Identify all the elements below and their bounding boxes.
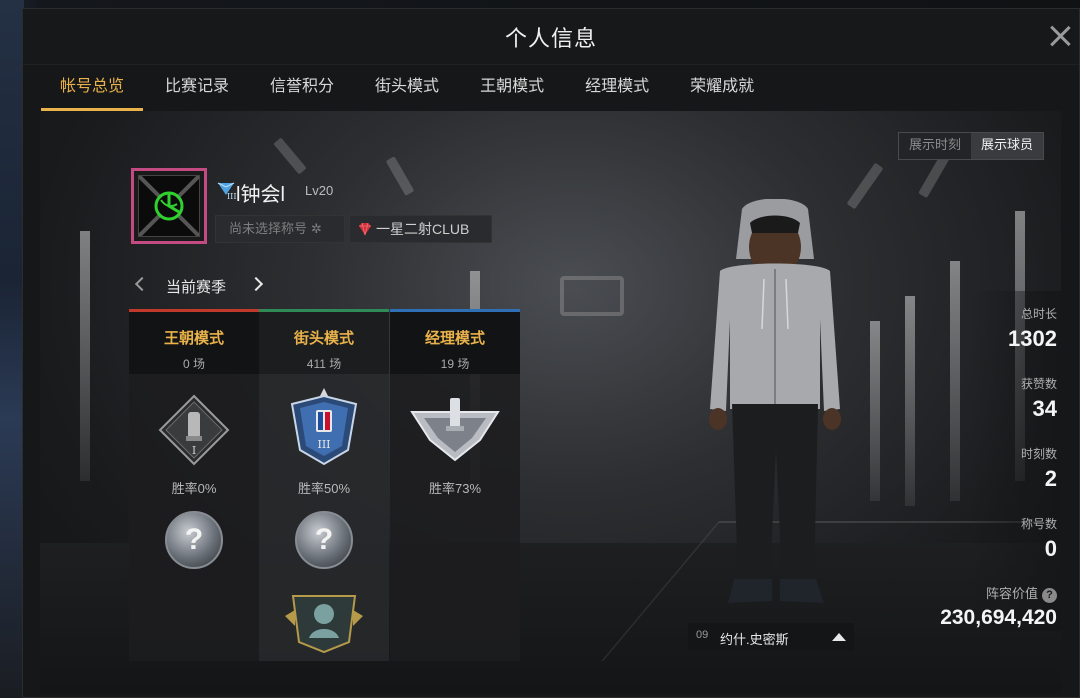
title-select-button[interactable]: 尚未选择称号 ✲: [215, 215, 345, 243]
player-select-dropdown[interactable]: 09 约什.史密斯: [688, 623, 854, 651]
mode-name: 经理模式: [424, 330, 485, 347]
club-badge[interactable]: 一星二射CLUB: [349, 215, 492, 243]
chevron-left-icon[interactable]: [131, 271, 151, 299]
lineup-value: 阵容价值? 230,694,420: [857, 583, 1057, 630]
manager-rank-badge-icon[interactable]: [410, 394, 500, 466]
stat-moments: 时刻数 2: [1021, 445, 1057, 492]
mode-column-street: 街头模式 411 场 III 胜率50% ?: [259, 309, 389, 661]
dynasty-rank-badge-icon[interactable]: I: [156, 394, 232, 466]
help-icon[interactable]: ?: [1042, 588, 1057, 603]
mode-winrate: 胜率0%: [171, 481, 217, 496]
caret-up-icon: [832, 633, 846, 641]
tab-credit-score[interactable]: 信誉积分: [251, 65, 353, 111]
modal-header: 个人信息: [23, 9, 1079, 65]
tab-manager-mode[interactable]: 经理模式: [566, 65, 668, 111]
stat-label: 时刻数: [1020, 447, 1057, 461]
profile-modal: 个人信息 帐号总览 比赛记录 信誉积分 街头模式 王朝模式 经理模式 荣耀成就 …: [22, 8, 1080, 698]
season-label: 当前赛季: [166, 279, 227, 296]
chevron-right-icon[interactable]: [248, 271, 268, 299]
arena-scene: 展示时刻 展示球员 III l钟会l Lv20 尚未选择称号 ✲ 一星二射CLU…: [40, 111, 1061, 693]
razer-logo-icon: [139, 176, 199, 236]
mode-winrate: 胜率50%: [297, 481, 351, 496]
stat-label: 总时长: [1020, 307, 1057, 321]
mode-header[interactable]: 经理模式 19 场: [390, 309, 520, 374]
arena-pillar: [870, 321, 880, 501]
avatar-image: [138, 175, 200, 237]
gear-icon: ✲: [311, 221, 322, 236]
player-model[interactable]: [680, 199, 870, 619]
tab-dynasty-mode[interactable]: 王朝模式: [461, 65, 563, 111]
arena-light: [385, 156, 415, 196]
mode-header[interactable]: 街头模式 411 场: [259, 309, 389, 374]
stat-value: 34: [1032, 396, 1057, 421]
view-toggle: 展示时刻 展示球员: [897, 132, 1044, 160]
arena-pillar: [950, 261, 960, 501]
show-moments-button[interactable]: 展示时刻: [898, 133, 971, 159]
mode-winrate: 胜率73%: [428, 481, 482, 496]
mode-name: 王朝模式: [163, 330, 224, 347]
mode-stats-table: 王朝模式 0 场 I 胜率0% ? 街头模式 411 场 III 胜率50% ?…: [129, 309, 520, 661]
ruby-gem-icon: [359, 222, 371, 236]
arena-pillar: [905, 296, 915, 506]
tab-street-mode[interactable]: 街头模式: [356, 65, 458, 111]
stats-panel: 总时长 1302 获赞数 34 时刻数 2 称号数 0: [971, 291, 1061, 631]
mode-column-manager: 经理模式 19 场 胜率73%: [390, 309, 520, 661]
season-selector: 当前赛季: [131, 271, 271, 299]
show-players-button[interactable]: 展示球员: [970, 133, 1043, 159]
tab-match-history[interactable]: 比赛记录: [146, 65, 248, 111]
stat-value: 2: [1044, 466, 1057, 491]
stat-label: 获赞数: [1020, 377, 1057, 391]
player-name-label: 约什.史密斯: [720, 632, 789, 647]
unknown-badge-icon[interactable]: ?: [295, 511, 353, 569]
stat-total-time: 总时长 1302: [1008, 305, 1057, 352]
stat-titles: 称号数 0: [1021, 515, 1057, 562]
badge-numeral: III: [317, 438, 330, 451]
mode-match-count: 411 场: [306, 357, 342, 371]
avatar[interactable]: [131, 168, 207, 244]
stat-value: 0: [1044, 536, 1057, 561]
mode-header[interactable]: 王朝模式 0 场: [129, 309, 259, 374]
background-left-strip: [0, 0, 24, 698]
mode-body: I 胜率0% ?: [129, 374, 259, 661]
club-name: 一星二射CLUB: [376, 221, 470, 237]
stat-label: 称号数: [1020, 517, 1057, 531]
tab-account-overview[interactable]: 帐号总览: [41, 65, 144, 111]
mode-column-dynasty: 王朝模式 0 场 I 胜率0% ?: [129, 309, 259, 661]
title-placeholder: 尚未选择称号: [229, 221, 308, 236]
player-name: l钟会l: [236, 184, 285, 206]
modal-title: 个人信息: [504, 26, 597, 51]
mode-match-count: 19 场: [440, 357, 470, 371]
arena-light: [273, 137, 307, 175]
badge-numeral: I: [192, 444, 196, 457]
mode-name: 街头模式: [293, 330, 354, 347]
unknown-badge-icon[interactable]: ?: [165, 511, 223, 569]
lineup-value-number: 230,694,420: [940, 606, 1057, 629]
stat-value: 1302: [1008, 326, 1057, 351]
stat-likes: 获赞数 34: [1021, 375, 1057, 422]
mode-match-count: 0 场: [182, 357, 205, 371]
arena-pillar: [80, 231, 90, 481]
mode-body: III 胜率50% ?: [259, 374, 389, 661]
rank-diamond-icon: III: [217, 182, 236, 200]
basketball-backboard: [560, 276, 624, 316]
close-icon[interactable]: [1047, 23, 1073, 49]
lineup-label: 阵容价值: [985, 586, 1038, 601]
mode-body: 胜率73%: [390, 374, 520, 661]
player-number: 09: [696, 629, 709, 641]
street-extra-badge-icon[interactable]: [283, 586, 365, 656]
player-level: Lv20: [305, 183, 334, 198]
street-rank-badge-icon[interactable]: III: [286, 386, 362, 466]
tab-achievements[interactable]: 荣耀成就: [671, 65, 773, 111]
tab-bar: 帐号总览 比赛记录 信誉积分 街头模式 王朝模式 经理模式 荣耀成就: [41, 65, 776, 111]
